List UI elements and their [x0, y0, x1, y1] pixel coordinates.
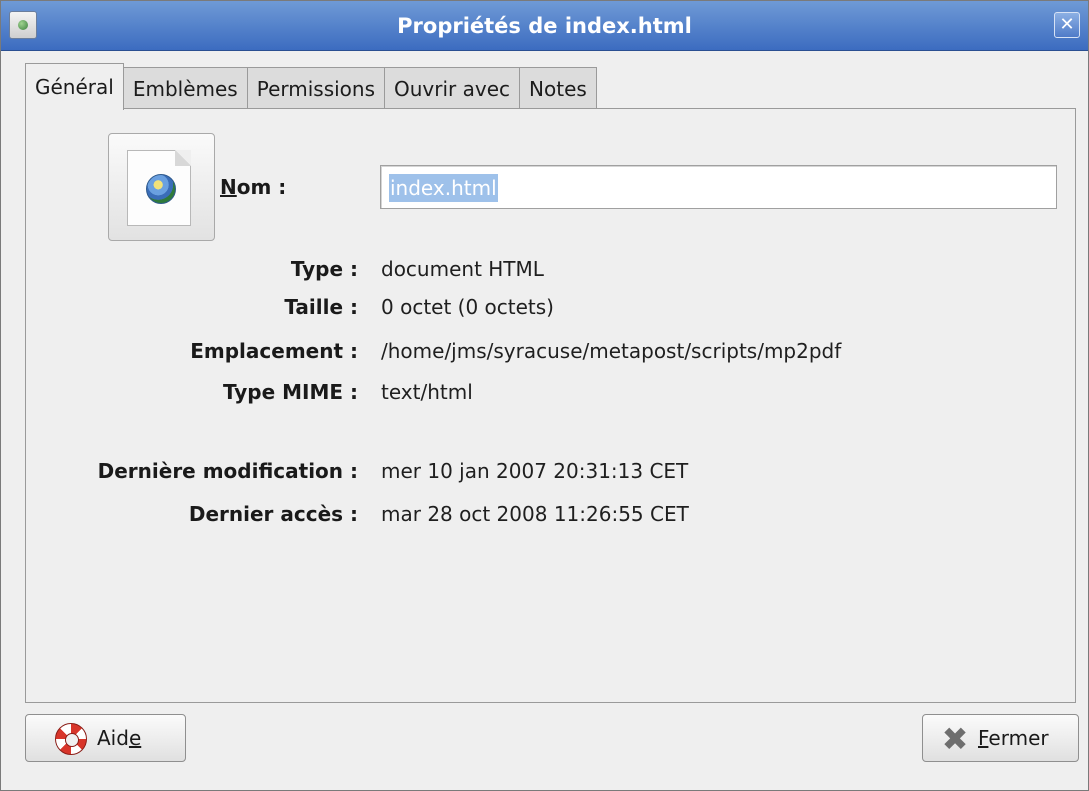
mime-type-value: text/html	[381, 380, 473, 404]
tab-permissions[interactable]: Permissions	[246, 67, 386, 109]
tab-open-with[interactable]: Ouvrir avec	[384, 67, 521, 109]
file-icon-button[interactable]	[108, 133, 215, 241]
accessed-label: Dernier accès :	[188, 502, 358, 526]
accessed-value: mar 28 oct 2008 11:26:55 CET	[381, 502, 689, 526]
title-bar[interactable]: Propriétés de index.html ✕	[1, 1, 1088, 51]
properties-dialog: Propriétés de index.html ✕ Général Emblè…	[0, 0, 1089, 791]
tab-emblems[interactable]: Emblèmes	[122, 67, 248, 109]
help-button-label: Aide	[97, 726, 142, 750]
size-label: Taille :	[284, 295, 358, 319]
name-label-rest: om :	[236, 175, 287, 199]
lifebuoy-icon	[55, 723, 87, 755]
window-title: Propriétés de index.html	[397, 14, 692, 38]
type-label: Type :	[290, 257, 358, 281]
name-input[interactable]: index.html	[380, 165, 1057, 209]
tab-general[interactable]: Général	[25, 63, 124, 110]
tab-notes[interactable]: Notes	[519, 67, 597, 109]
location-label: Emplacement :	[190, 339, 358, 363]
modified-label: Dernière modification :	[97, 459, 358, 483]
location-value: /home/jms/syracuse/metapost/scripts/mp2p…	[381, 339, 842, 363]
globe-icon	[146, 174, 176, 204]
size-value: 0 octet (0 octets)	[381, 295, 554, 319]
name-label-mnemonic: N	[220, 175, 237, 199]
name-label: Nom :	[220, 175, 286, 199]
modified-value: mer 10 jan 2007 20:31:13 CET	[381, 459, 689, 483]
html-document-globe-icon	[127, 150, 191, 226]
general-tab-page: Nom : index.html Type : document HTML Ta…	[25, 108, 1076, 703]
window-close-button[interactable]: ✕	[1054, 12, 1080, 38]
tab-bar: Général Emblèmes Permissions Ouvrir avec…	[25, 63, 597, 110]
close-button-label: Fermer	[978, 726, 1049, 750]
help-button[interactable]: Aide	[25, 714, 186, 762]
name-input-selected-text: index.html	[389, 174, 498, 202]
x-icon: ✖	[941, 720, 969, 758]
mime-type-label: Type MIME :	[222, 380, 358, 404]
type-value: document HTML	[381, 257, 544, 281]
close-button[interactable]: ✖ Fermer	[922, 714, 1079, 762]
